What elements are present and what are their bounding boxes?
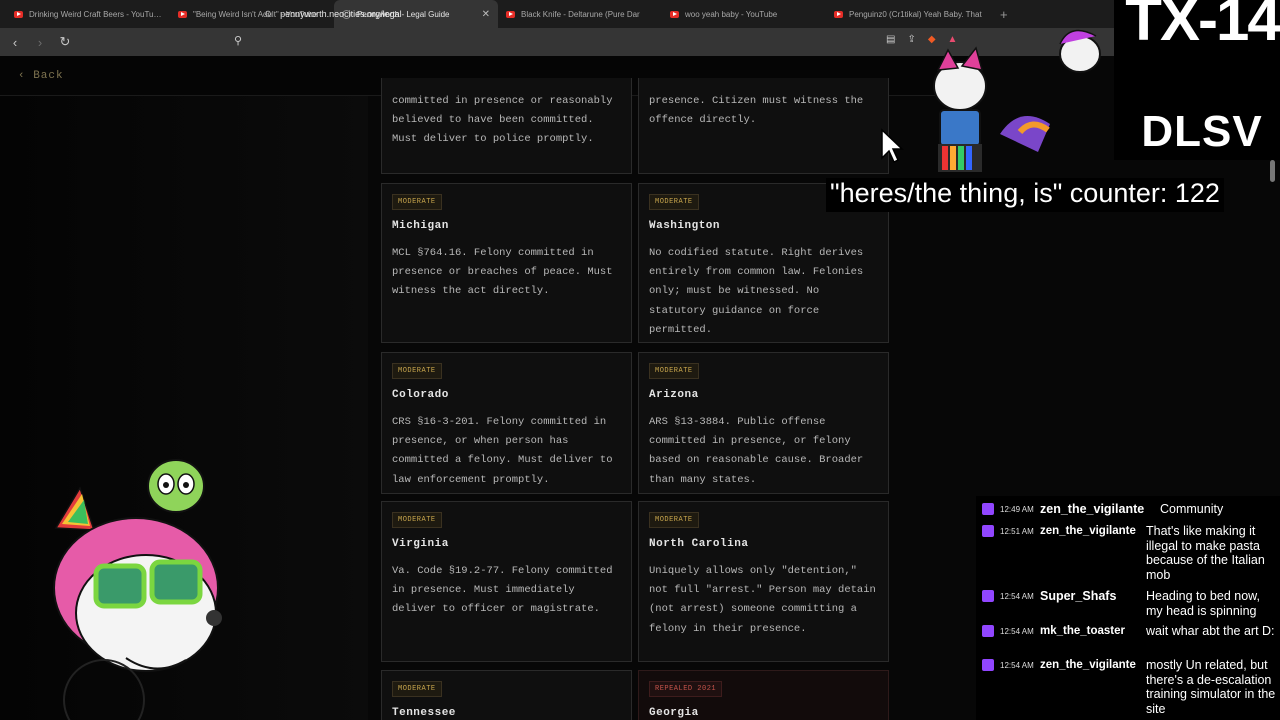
- state-name: Colorado: [392, 389, 449, 401]
- state-card-colorado: MODERATE Colorado CRS §16-3-201. Felony …: [381, 352, 632, 494]
- twitch-icon: [982, 590, 994, 602]
- state-card-michigan: MODERATE Michigan MCL §764.16. Felony co…: [381, 183, 632, 343]
- address-bar[interactable]: ⚙ pennyworth.neocities.org/legal: [258, 4, 978, 24]
- bookmark-icon[interactable]: ⚲: [234, 34, 242, 47]
- state-name: North Carolina: [649, 538, 749, 550]
- phrase-counter: "heres/the thing, is" counter: 122: [826, 178, 1224, 212]
- severity-badge: MODERATE: [649, 512, 699, 528]
- state-name: Arizona: [649, 389, 699, 401]
- chat-username: mk_the_toaster: [1040, 625, 1126, 637]
- chat-timestamp: 12:54 AM: [1000, 661, 1034, 670]
- severity-badge: MODERATE: [392, 512, 442, 528]
- card-description: MCL §764.16. Felony committed in presenc…: [392, 247, 613, 298]
- chat-text: Heading to bed now, my head is spinning: [1146, 589, 1260, 618]
- stream-chat: 12:49 AM zen_the_vigilante Community 12:…: [976, 496, 1280, 720]
- card-description: Uniquely allows only "detention," not fu…: [649, 565, 876, 635]
- card-description: CRS §16-3-201. Felony committed in prese…: [392, 416, 613, 486]
- channel-logo: TX-14 DLSV: [1114, 0, 1280, 160]
- chat-timestamp: 12:54 AM: [1000, 592, 1034, 601]
- twitch-icon: [982, 625, 994, 637]
- mouse-cursor-icon: [881, 128, 904, 164]
- state-name: Washington: [649, 220, 721, 232]
- forward-arrow-icon[interactable]: ›: [30, 35, 50, 50]
- state-card: committed in presence or reasonably beli…: [381, 78, 632, 174]
- site-settings-icon[interactable]: ⚙: [264, 9, 272, 20]
- twitch-icon: [982, 525, 994, 537]
- reader-mode-icon[interactable]: ▤: [886, 34, 895, 45]
- back-link[interactable]: ‹ Back: [18, 70, 64, 82]
- state-card-georgia: REPEALED 2021 Georgia: [638, 670, 889, 720]
- back-arrow-icon[interactable]: ‹: [5, 35, 25, 50]
- twitch-icon: [982, 503, 994, 515]
- severity-badge: MODERATE: [392, 194, 442, 210]
- state-card-tennessee: MODERATE Tennessee: [381, 670, 632, 720]
- chat-timestamp: 12:54 AM: [1000, 627, 1034, 636]
- card-description: presence. Citizen must witness the offen…: [649, 95, 864, 127]
- vtuber-avatar-art: [53, 459, 222, 720]
- chat-username: Super_Shafs: [1040, 589, 1117, 603]
- repealed-badge: REPEALED 2021: [649, 681, 723, 697]
- severity-badge: MODERATE: [392, 363, 442, 379]
- youtube-icon: [14, 10, 23, 18]
- card-description: committed in presence or reasonably beli…: [392, 95, 613, 146]
- state-card-north-carolina: MODERATE North Carolina Uniquely allows …: [638, 501, 889, 662]
- tab-drinking-weird-craft-beers[interactable]: Drinking Weird Craft Beers - YouTube: [6, 0, 170, 28]
- chat-text: wait whar abt the art D:: [1146, 624, 1275, 638]
- logo-top-text: TX-14: [1125, 0, 1280, 53]
- page-scrollbar[interactable]: [1270, 160, 1275, 182]
- tab-title: Drinking Weird Craft Beers - YouTube: [29, 9, 162, 19]
- state-name: Georgia: [649, 707, 699, 719]
- state-card-arizona: MODERATE Arizona ARS §13-3884. Public of…: [638, 352, 889, 494]
- chat-username: zen_the_vigilante: [1040, 502, 1145, 516]
- severity-badge: MODERATE: [649, 363, 699, 379]
- share-icon[interactable]: ⇪: [907, 34, 915, 45]
- card-description: Va. Code §19.2-77. Felony committed in p…: [392, 565, 613, 616]
- state-name: Tennessee: [392, 707, 456, 719]
- chat-username: zen_the_vigilante: [1040, 525, 1136, 537]
- severity-badge: MODERATE: [649, 194, 699, 210]
- chat-text: Community: [1160, 502, 1224, 516]
- reload-icon[interactable]: ↻: [55, 34, 75, 50]
- state-name: Virginia: [392, 538, 449, 550]
- card-description: No codified statute. Right derives entir…: [649, 247, 864, 336]
- state-card: presence. Citizen must witness the offen…: [638, 78, 889, 174]
- vtuber-avatar-art: [933, 29, 1101, 172]
- youtube-icon: [178, 10, 187, 18]
- severity-badge: MODERATE: [392, 681, 442, 697]
- state-name: Michigan: [392, 220, 449, 232]
- logo-bottom-text: DLSV: [1141, 107, 1263, 156]
- state-card-virginia: MODERATE Virginia Va. Code §19.2-77. Fel…: [381, 501, 632, 662]
- url-text: pennyworth.neocities.org/legal: [280, 9, 402, 19]
- chat-text: That's like making it illegal to make pa…: [1146, 524, 1265, 582]
- chat-text: mostly Un related, but there's a de-esca…: [1146, 658, 1276, 716]
- twitch-icon: [982, 659, 994, 671]
- chat-timestamp: 12:49 AM: [1000, 505, 1034, 514]
- card-description: ARS §13-3884. Public offense committed i…: [649, 416, 864, 486]
- chat-timestamp: 12:51 AM: [1000, 527, 1034, 536]
- chat-username: zen_the_vigilante: [1040, 659, 1136, 671]
